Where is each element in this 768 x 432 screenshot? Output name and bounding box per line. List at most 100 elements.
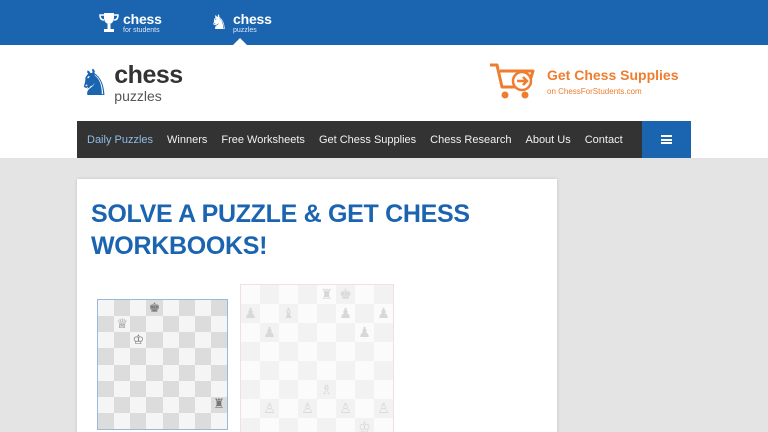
board-square[interactable] <box>98 364 115 381</box>
board-square[interactable] <box>260 418 279 432</box>
board-square[interactable]: ♜ <box>210 396 227 413</box>
board-square[interactable] <box>355 380 374 399</box>
board-square[interactable] <box>146 316 163 333</box>
board-square[interactable] <box>178 332 195 349</box>
board-square[interactable] <box>130 364 147 381</box>
chess-piece-black-pawn[interactable]: ♟ <box>260 323 279 342</box>
board-square[interactable] <box>146 396 163 413</box>
board-square[interactable] <box>162 396 179 413</box>
board-square[interactable] <box>355 361 374 380</box>
board-square[interactable] <box>162 300 179 317</box>
nav-free-worksheets[interactable]: Free Worksheets <box>221 134 305 146</box>
board-square[interactable] <box>336 342 355 361</box>
board-square[interactable] <box>178 348 195 365</box>
board-square[interactable] <box>279 399 298 418</box>
board-square[interactable]: ♟ <box>241 304 260 323</box>
board-square[interactable] <box>178 380 195 397</box>
board-square[interactable] <box>146 380 163 397</box>
chess-piece-black-pawn[interactable]: ♟ <box>355 323 374 342</box>
board-square[interactable] <box>336 323 355 342</box>
board-square[interactable]: ♝ <box>279 304 298 323</box>
menu-toggle-button[interactable] <box>642 121 691 158</box>
board-square[interactable] <box>279 323 298 342</box>
board-square[interactable] <box>241 380 260 399</box>
board-square[interactable] <box>260 380 279 399</box>
board-square[interactable] <box>114 364 131 381</box>
board-square[interactable]: ♔ <box>130 332 147 349</box>
chess-piece-black-king[interactable]: ♚ <box>336 285 355 304</box>
board-square[interactable] <box>241 418 260 432</box>
board-square[interactable] <box>355 285 374 304</box>
board-square[interactable]: ♟ <box>260 323 279 342</box>
board-square[interactable] <box>298 361 317 380</box>
board-square[interactable] <box>317 304 336 323</box>
board-square[interactable] <box>130 380 147 397</box>
board-square[interactable] <box>130 316 147 333</box>
board-square[interactable] <box>260 361 279 380</box>
board-square[interactable] <box>130 412 147 429</box>
board-square[interactable]: ♙ <box>336 399 355 418</box>
chess-piece-white-pawn[interactable]: ♙ <box>260 399 279 418</box>
board-square[interactable] <box>317 342 336 361</box>
board-square[interactable] <box>114 380 131 397</box>
board-square[interactable] <box>146 332 163 349</box>
board-square[interactable] <box>210 412 227 429</box>
board-square[interactable] <box>374 323 393 342</box>
board-square[interactable] <box>317 323 336 342</box>
chess-piece-black-rook[interactable]: ♜ <box>211 397 227 413</box>
board-square[interactable] <box>194 396 211 413</box>
board-square[interactable] <box>260 285 279 304</box>
board-square[interactable] <box>298 323 317 342</box>
nav-about-us[interactable]: About Us <box>525 134 570 146</box>
board-square[interactable] <box>336 361 355 380</box>
board-square[interactable] <box>146 348 163 365</box>
board-square[interactable] <box>178 300 195 317</box>
chess-piece-white-queen[interactable]: ♕ <box>114 316 130 332</box>
chess-piece-white-king[interactable]: ♔ <box>130 332 146 348</box>
board-square[interactable] <box>298 285 317 304</box>
board-square[interactable] <box>355 342 374 361</box>
puzzle-board-1[interactable]: ♚ ♕ ♔ ♜ <box>97 299 228 430</box>
board-square[interactable] <box>279 380 298 399</box>
board-square[interactable] <box>194 380 211 397</box>
board-square[interactable] <box>98 412 115 429</box>
board-square[interactable] <box>162 380 179 397</box>
nav-winners[interactable]: Winners <box>167 134 207 146</box>
board-square[interactable] <box>194 412 211 429</box>
board-square[interactable]: ♚ <box>146 300 163 317</box>
board-square[interactable] <box>317 418 336 432</box>
chess-piece-white-pawn[interactable]: ♙ <box>298 399 317 418</box>
board-square[interactable] <box>98 380 115 397</box>
chess-piece-black-pawn[interactable]: ♟ <box>374 304 393 323</box>
board-square[interactable] <box>146 364 163 381</box>
board-square[interactable] <box>336 380 355 399</box>
board-square[interactable] <box>374 361 393 380</box>
board-square[interactable] <box>130 396 147 413</box>
board-square[interactable] <box>210 316 227 333</box>
board-square[interactable] <box>374 285 393 304</box>
board-square[interactable] <box>298 342 317 361</box>
chess-puzzles-logo[interactable]: ♞ chess puzzles <box>78 63 183 104</box>
board-square[interactable] <box>298 418 317 432</box>
board-square[interactable] <box>194 316 211 333</box>
chess-piece-white-bishop[interactable]: ♗ <box>317 380 336 399</box>
board-square[interactable] <box>279 285 298 304</box>
board-square[interactable] <box>355 304 374 323</box>
chess-piece-black-king[interactable]: ♚ <box>146 300 162 316</box>
board-square[interactable] <box>98 300 115 317</box>
board-square[interactable] <box>98 348 115 365</box>
board-square[interactable]: ♙ <box>298 399 317 418</box>
nav-contact[interactable]: Contact <box>585 134 623 146</box>
chess-piece-black-pawn[interactable]: ♟ <box>241 304 260 323</box>
board-square[interactable] <box>162 332 179 349</box>
board-square[interactable] <box>98 396 115 413</box>
board-square[interactable] <box>298 304 317 323</box>
board-square[interactable] <box>374 418 393 432</box>
board-square[interactable] <box>114 300 131 317</box>
board-square[interactable] <box>194 348 211 365</box>
chess-piece-white-pawn[interactable]: ♙ <box>374 399 393 418</box>
board-square[interactable] <box>98 332 115 349</box>
board-square[interactable]: ♚ <box>336 285 355 304</box>
board-square[interactable] <box>355 399 374 418</box>
nav-chess-research[interactable]: Chess Research <box>430 134 511 146</box>
